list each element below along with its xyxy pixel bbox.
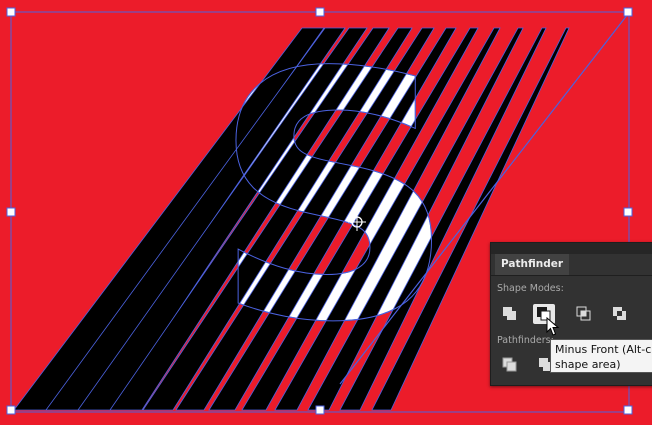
- resize-handle-5[interactable]: [623, 207, 633, 217]
- intersect-icon: [576, 306, 591, 321]
- tooltip-line-1: Minus Front (Alt-cl: [555, 343, 652, 356]
- tooltip-line-2: shape area): [555, 358, 621, 371]
- intersect-button[interactable]: [573, 304, 595, 324]
- resize-handle-8[interactable]: [623, 405, 633, 415]
- unite-icon: [503, 307, 516, 320]
- minus-front-tooltip: Minus Front (Alt-cl shape area): [550, 339, 652, 373]
- resize-handle-1[interactable]: [6, 7, 16, 17]
- divide-icon: [502, 357, 517, 372]
- unite-button[interactable]: [499, 304, 521, 324]
- panel-divider: [491, 275, 652, 276]
- shape-modes-label: Shape Modes:: [497, 283, 564, 294]
- resize-handle-7[interactable]: [315, 405, 325, 415]
- cursor-arrow-icon: [546, 317, 560, 336]
- resize-handle-2[interactable]: [315, 7, 325, 17]
- resize-handle-4[interactable]: [6, 207, 16, 217]
- panel-titlebar[interactable]: [491, 243, 652, 254]
- tab-pathfinder[interactable]: Pathfinder: [495, 254, 570, 276]
- resize-handle-6[interactable]: [6, 405, 16, 415]
- exclude-button[interactable]: [609, 304, 631, 324]
- letter-s-outline: S: [212, 1, 457, 397]
- exclude-icon: [613, 307, 626, 320]
- divide-button[interactable]: [499, 355, 521, 375]
- resize-handle-3[interactable]: [623, 7, 633, 17]
